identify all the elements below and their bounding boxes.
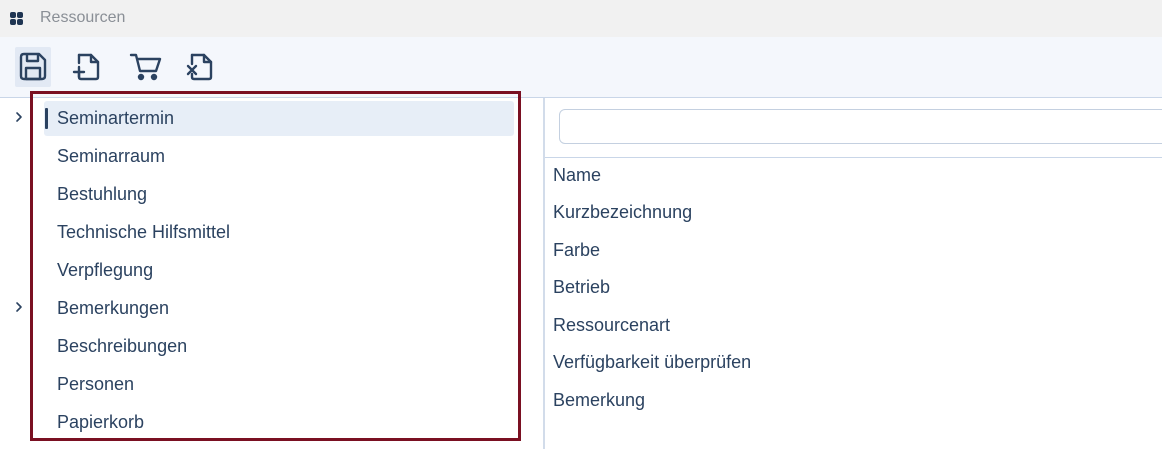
search-bar xyxy=(545,98,1162,158)
new-document-button[interactable] xyxy=(70,47,106,87)
tree-item-bestuhlung[interactable]: Bestuhlung xyxy=(44,177,514,212)
tree-item-label: Technische Hilfsmittel xyxy=(57,222,231,242)
column-item-farbe[interactable]: Farbe xyxy=(553,240,600,261)
tree-item-verpflegung[interactable]: Verpflegung xyxy=(44,253,514,288)
chevron-right-icon[interactable] xyxy=(12,110,26,124)
app-icon xyxy=(10,12,23,25)
column-item-kurzbezeichnung[interactable]: Kurzbezeichnung xyxy=(553,202,692,223)
tree-item-label: Bestuhlung xyxy=(57,184,148,204)
toolbar xyxy=(0,37,1162,98)
save-icon xyxy=(19,52,47,81)
delete-document-button[interactable] xyxy=(183,47,219,87)
new-document-icon xyxy=(72,53,100,81)
tree-item-papierkorb[interactable]: Papierkorb xyxy=(44,405,514,440)
tree-item-label: Seminartermin xyxy=(57,108,175,128)
tree-item-technische-hilfsmittel[interactable]: Technische Hilfsmittel xyxy=(44,215,514,250)
window-title: Ressourcen xyxy=(40,9,126,26)
tree-item-label: Seminarraum xyxy=(57,146,166,166)
column-item-bemerkung[interactable]: Bemerkung xyxy=(553,390,645,411)
column-item-name[interactable]: Name xyxy=(553,165,601,186)
tree-item-label: Beschreibungen xyxy=(57,336,188,356)
tree-item-seminartermin[interactable]: Seminartermin xyxy=(44,101,514,136)
delete-document-icon xyxy=(186,53,213,81)
tree-item-personen[interactable]: Personen xyxy=(44,367,514,402)
search-input[interactable] xyxy=(559,109,1162,144)
tree-item-seminarraum[interactable]: Seminarraum xyxy=(44,139,514,174)
column-item-verfuegbarkeit[interactable]: Verfügbarkeit überprüfen xyxy=(553,352,751,373)
column-item-ressourcenart[interactable]: Ressourcenart xyxy=(553,315,670,336)
tree-item-bemerkungen[interactable]: Bemerkungen xyxy=(44,291,514,326)
column-item-betrieb[interactable]: Betrieb xyxy=(553,277,610,298)
title-bar: Ressourcen xyxy=(0,0,1162,37)
tree-item-beschreibungen[interactable]: Beschreibungen xyxy=(44,329,514,364)
save-button[interactable] xyxy=(15,47,51,87)
tree-item-label: Papierkorb xyxy=(57,412,145,432)
cart-icon xyxy=(129,53,162,81)
resource-tree: Seminartermin Seminarraum Bestuhlung Tec… xyxy=(30,91,521,441)
tree-item-label: Verpflegung xyxy=(57,260,154,280)
tree-item-label: Personen xyxy=(57,374,135,394)
tree-item-label: Bemerkungen xyxy=(57,298,170,318)
selection-indicator xyxy=(45,108,48,129)
chevron-right-icon[interactable] xyxy=(12,300,26,314)
cart-button[interactable] xyxy=(128,47,164,87)
